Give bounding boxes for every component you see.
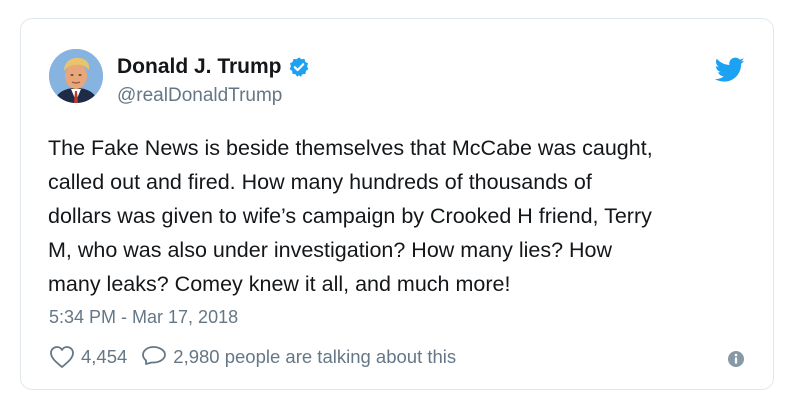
profile-photo-icon [49,49,103,103]
twitter-bird-icon[interactable] [714,57,745,83]
like-count: 4,454 [81,346,128,367]
author-name-row[interactable]: Donald J. Trump [117,55,310,79]
like-button[interactable]: 4,454 [49,345,127,369]
speech-bubble-icon [141,345,167,369]
tweet-text: The Fake News is beside themselves that … [48,136,653,296]
verified-badge-icon [288,56,310,78]
author-display-name[interactable]: Donald J. Trump [117,55,282,79]
tweet-actions: 4,454 2,980 people are talking about thi… [49,345,456,369]
tweet-card[interactable]: Donald J. Trump @realDonaldTrump The Fak… [20,18,774,390]
reply-button[interactable]: 2,980 people are talking about this [141,345,456,369]
talking-about-text[interactable]: 2,980 people are talking about this [173,346,456,368]
heart-icon [49,345,75,369]
tweet-timestamp[interactable]: 5:34 PM - Mar 17, 2018 [49,306,238,328]
author-handle[interactable]: @realDonaldTrump [117,85,282,107]
info-icon[interactable] [727,350,745,368]
avatar[interactable] [49,49,103,103]
